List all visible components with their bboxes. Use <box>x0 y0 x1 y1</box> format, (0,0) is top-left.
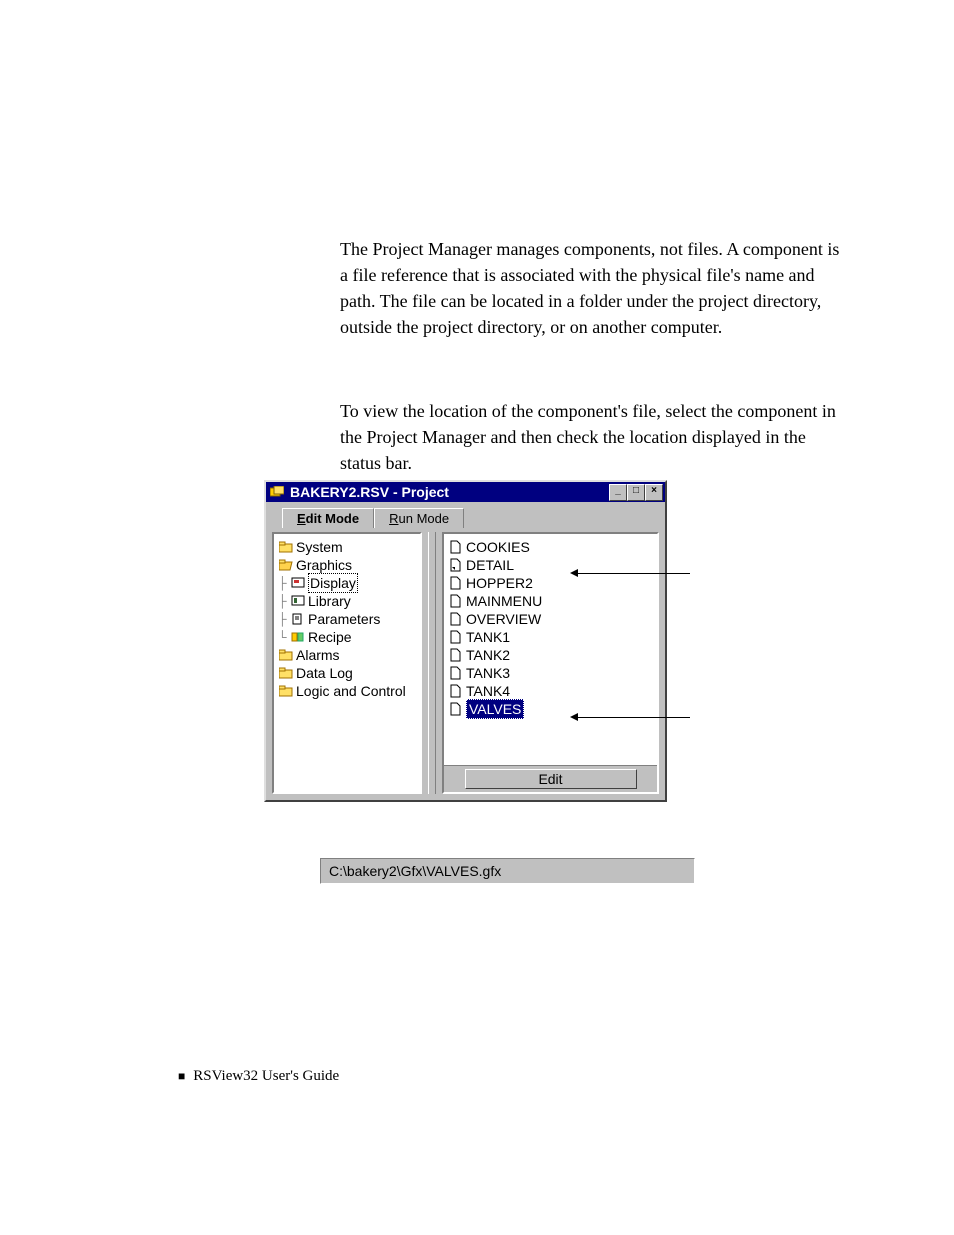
app-icon <box>268 484 286 500</box>
footer-text: RSView32 User's Guide <box>193 1068 339 1085</box>
minimize-button[interactable]: _ <box>609 484 627 501</box>
callout-arrow-detail <box>575 573 690 574</box>
status-path: C:\bakery2\Gfx\VALVES.gfx <box>329 863 501 879</box>
callout-arrow-valves <box>575 717 690 718</box>
tree-item-graphics[interactable]: Graphics <box>278 556 416 574</box>
project-manager-window: BAKERY2.RSV - Project _ □ × Edit Mode Ru… <box>264 480 667 802</box>
paragraph-1: The Project Manager manages components, … <box>340 236 840 340</box>
recipe-icon <box>290 630 306 644</box>
window-controls: _ □ × <box>609 484 663 501</box>
titlebar[interactable]: BAKERY2.RSV - Project _ □ × <box>266 482 665 502</box>
tree-item-logic[interactable]: Logic and Control <box>278 682 416 700</box>
page-icon <box>448 540 464 554</box>
page-icon <box>448 648 464 662</box>
page-icon <box>448 666 464 680</box>
list-item[interactable]: TANK3 <box>448 664 653 682</box>
page-icon <box>448 612 464 626</box>
page-icon <box>448 576 464 590</box>
folder-closed-icon <box>278 684 294 698</box>
folder-closed-icon <box>278 540 294 554</box>
list-pane[interactable]: COOKIES DETAIL HOPPER2 MAINMENU OVERVIEW… <box>442 532 659 794</box>
folder-closed-icon <box>278 648 294 662</box>
list-item[interactable]: TANK4 <box>448 682 653 700</box>
paragraph-2: To view the location of the component's … <box>340 398 840 476</box>
shortcut-icon <box>448 558 464 572</box>
status-bar: C:\bakery2\Gfx\VALVES.gfx <box>320 858 695 884</box>
list-item[interactable]: TANK2 <box>448 646 653 664</box>
close-button[interactable]: × <box>645 484 663 501</box>
list-item[interactable]: COOKIES <box>448 538 653 556</box>
folder-open-icon <box>278 558 294 572</box>
bullet-icon: ■ <box>178 1069 185 1084</box>
list-item[interactable]: OVERVIEW <box>448 610 653 628</box>
mode-tabs: Edit Mode Run Mode <box>272 508 659 528</box>
page-icon <box>448 702 464 716</box>
tab-edit-mode[interactable]: Edit Mode <box>282 508 374 528</box>
tree-item-system[interactable]: System <box>278 538 416 556</box>
list-item-selected[interactable]: VALVES <box>448 700 653 718</box>
tab-run-mode[interactable]: Run Mode <box>374 508 464 528</box>
edit-row: Edit <box>444 765 657 792</box>
arrow-head-icon <box>570 713 578 721</box>
list-item[interactable]: TANK1 <box>448 628 653 646</box>
page-icon <box>448 630 464 644</box>
tree-item-datalog[interactable]: Data Log <box>278 664 416 682</box>
tree-pane[interactable]: System Graphics ├ Display ├ Library <box>272 532 422 794</box>
page-icon <box>448 684 464 698</box>
page-icon <box>448 594 464 608</box>
library-icon <box>290 594 306 608</box>
tree-item-library[interactable]: ├ Library <box>278 592 416 610</box>
page-footer: ■ RSView32 User's Guide <box>178 1068 339 1085</box>
tree-item-display[interactable]: ├ Display <box>278 574 416 592</box>
list-item[interactable]: DETAIL <box>448 556 653 574</box>
list-item[interactable]: HOPPER2 <box>448 574 653 592</box>
list-item[interactable]: MAINMENU <box>448 592 653 610</box>
edit-button[interactable]: Edit <box>465 769 637 789</box>
window-title: BAKERY2.RSV - Project <box>290 484 449 500</box>
tree-item-recipe[interactable]: └ Recipe <box>278 628 416 646</box>
folder-closed-icon <box>278 666 294 680</box>
tree-item-alarms[interactable]: Alarms <box>278 646 416 664</box>
arrow-head-icon <box>570 569 578 577</box>
maximize-button[interactable]: □ <box>627 484 645 501</box>
display-icon <box>290 576 306 590</box>
tree-item-parameters[interactable]: ├ Parameters <box>278 610 416 628</box>
parameters-icon <box>290 612 306 626</box>
splitter[interactable] <box>428 532 436 794</box>
